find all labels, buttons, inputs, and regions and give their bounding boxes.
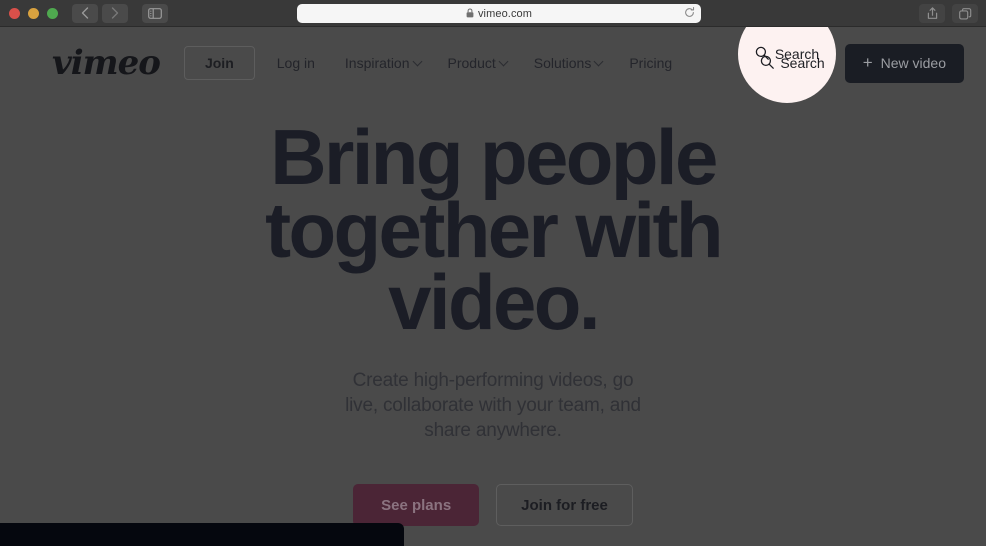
header-actions: Search + New video	[756, 43, 964, 83]
join-button[interactable]: Join	[183, 46, 255, 80]
sidebar-toggle-button[interactable]	[142, 3, 168, 23]
vimeo-logo[interactable]: vimeo	[52, 46, 161, 80]
reload-icon	[684, 5, 695, 22]
search-label: Search	[780, 55, 825, 71]
window-controls	[0, 7, 58, 19]
site-header: vimeo Join Log in Inspiration Product So…	[0, 27, 986, 103]
browser-toolbar: vimeo.com	[0, 0, 986, 27]
nav-label: Pricing	[629, 55, 673, 71]
nav-label: Solutions	[533, 55, 592, 71]
share-button[interactable]	[919, 4, 945, 23]
chevron-down-icon	[412, 56, 422, 66]
minimize-window-button[interactable]	[28, 7, 39, 19]
search-button[interactable]: Search	[756, 49, 828, 78]
main-navigation: Inspiration Product Solutions Pricing	[345, 55, 672, 71]
new-video-label: New video	[880, 55, 946, 71]
plus-icon: +	[862, 52, 873, 72]
login-link[interactable]: Log in	[277, 55, 315, 71]
address-bar[interactable]: vimeo.com	[297, 4, 701, 23]
join-for-free-button[interactable]: Join for free	[496, 484, 633, 527]
close-window-button[interactable]	[9, 7, 20, 19]
hero-section: Bring people together with video. Create…	[0, 99, 986, 527]
chevron-down-icon	[593, 56, 604, 66]
chevron-right-icon	[111, 7, 119, 19]
share-icon	[927, 7, 938, 20]
hero-cta-group: See plans Join for free	[0, 484, 986, 527]
zoom-window-button[interactable]	[47, 7, 58, 19]
nav-item-solutions[interactable]: Solutions	[533, 55, 604, 71]
back-button[interactable]	[72, 3, 98, 23]
hero-headline: Bring people together with video.	[265, 113, 723, 347]
forward-button[interactable]	[102, 3, 128, 23]
toolbar-right-buttons	[919, 4, 978, 23]
web-page: vimeo Join Log in Inspiration Product So…	[0, 27, 986, 546]
chevron-left-icon	[81, 7, 89, 19]
new-video-button[interactable]: + New video	[844, 43, 964, 83]
nav-item-inspiration[interactable]: Inspiration	[344, 55, 422, 71]
tabs-icon	[958, 7, 972, 20]
see-plans-button[interactable]: See plans	[353, 484, 480, 527]
screen: vimeo.com vimeo Join Log in Inspiration …	[0, 0, 986, 546]
nav-item-pricing[interactable]: Pricing	[629, 55, 672, 71]
chevron-down-icon	[498, 56, 509, 66]
nav-label: Product	[447, 55, 496, 71]
bottom-video-panel	[0, 523, 404, 546]
hero-subheadline: Create high-performing videos, go live, …	[345, 369, 641, 442]
reload-button[interactable]	[684, 5, 695, 23]
nav-item-product[interactable]: Product	[447, 55, 509, 71]
tabs-overview-button[interactable]	[952, 4, 978, 23]
address-bar-field[interactable]: vimeo.com	[297, 4, 701, 23]
url-text: vimeo.com	[477, 7, 533, 20]
search-icon	[760, 55, 775, 72]
sidebar-toggle-icon	[148, 7, 162, 19]
lock-icon	[466, 5, 474, 23]
nav-label: Inspiration	[344, 55, 410, 71]
navigation-buttons	[72, 3, 128, 23]
